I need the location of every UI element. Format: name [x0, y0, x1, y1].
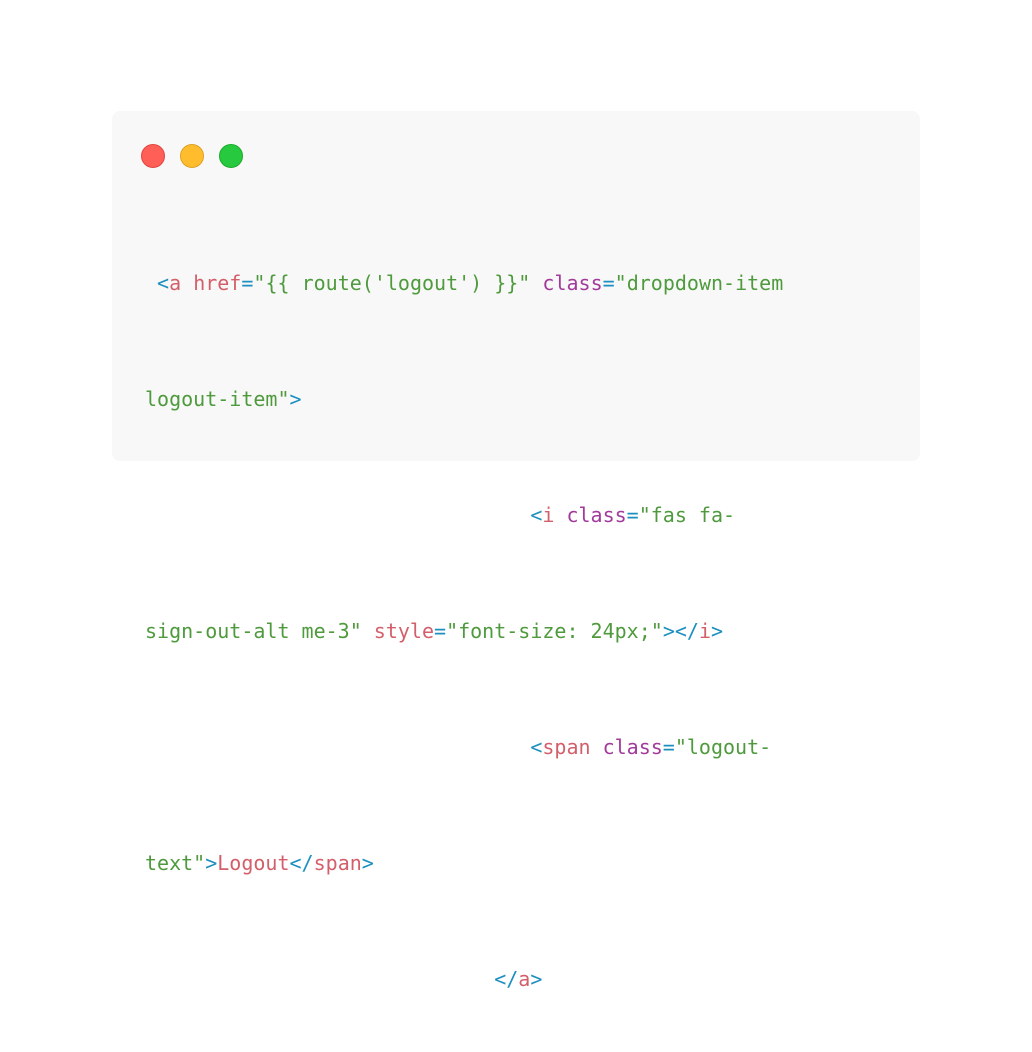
tag-name: a	[518, 967, 531, 991]
equals: =	[626, 503, 639, 527]
closing-tag-open: </	[289, 851, 314, 875]
attribute-name: href	[193, 271, 242, 295]
tag-name: i	[542, 503, 555, 527]
attribute-name: class	[602, 735, 663, 759]
code-block: <a href="{{ route('logout') }}" class="d…	[145, 211, 783, 1052]
element-text: Logout	[217, 851, 290, 875]
code-line-6: text">Logout</span>	[145, 849, 783, 878]
equals: =	[434, 619, 447, 643]
minimize-window-icon[interactable]	[180, 144, 204, 168]
attribute-value: sign-out-alt me-3"	[145, 619, 362, 643]
attribute-value: logout-item"	[145, 387, 290, 411]
attribute-value: "{{ route('logout') }}"	[253, 271, 531, 295]
close-bracket: >	[711, 619, 724, 643]
code-line-1: <a href="{{ route('logout') }}" class="d…	[145, 269, 783, 298]
window-controls	[141, 144, 243, 168]
tag-name: span	[542, 735, 591, 759]
maximize-window-icon[interactable]	[219, 144, 243, 168]
attribute-name: class	[566, 503, 627, 527]
close-window-icon[interactable]	[141, 144, 165, 168]
close-bracket: >	[289, 387, 302, 411]
attribute-value: "logout-	[674, 735, 772, 759]
closing-tag-open: </	[494, 967, 519, 991]
attribute-value: text"	[145, 851, 206, 875]
code-line-7: </a>	[145, 965, 783, 994]
attribute-name: style	[373, 619, 435, 643]
close-bracket: >	[361, 851, 374, 875]
close-bracket: >	[205, 851, 218, 875]
close-bracket: >	[662, 619, 675, 643]
open-bracket: <	[157, 271, 170, 295]
code-window: <a href="{{ route('logout') }}" class="d…	[112, 111, 920, 991]
code-line-3: <i class="fas fa-	[145, 501, 783, 530]
closing-tag-open: </	[674, 619, 699, 643]
attribute-value: "dropdown-item	[614, 271, 784, 295]
code-line-2: logout-item">	[145, 385, 783, 414]
code-line-4: sign-out-alt me-3" style="font-size: 24p…	[145, 617, 783, 646]
tag-name: span	[313, 851, 362, 875]
equals: =	[241, 271, 254, 295]
attribute-value: "font-size: 24px;"	[446, 619, 663, 643]
code-line-5: <span class="logout-	[145, 733, 783, 762]
equals: =	[602, 271, 615, 295]
equals: =	[662, 735, 675, 759]
tag-name: i	[698, 619, 711, 643]
attribute-name: class	[542, 271, 603, 295]
attribute-value: "fas fa-	[638, 503, 736, 527]
tag-name: a	[169, 271, 182, 295]
open-bracket: <	[530, 735, 543, 759]
close-bracket: >	[530, 967, 543, 991]
open-bracket: <	[530, 503, 543, 527]
